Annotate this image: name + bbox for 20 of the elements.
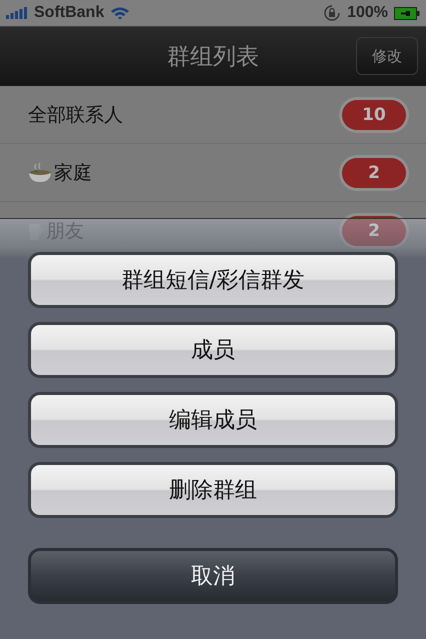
action-button[interactable]: 编辑成员 (28, 392, 398, 448)
signal-icon (6, 7, 28, 19)
action-button[interactable]: 群组短信/彩信群发 (28, 252, 398, 308)
carrier-name: SoftBank (34, 4, 104, 22)
count-badge: 10 (342, 100, 406, 130)
count-badge: 2 (342, 158, 406, 188)
nav-title: 群组列表 (167, 43, 259, 72)
group-name: 家庭 (54, 160, 92, 186)
action-button[interactable]: 删除群组 (28, 462, 398, 518)
group-name: 全部联系人 (28, 102, 123, 128)
battery-icon (394, 6, 420, 20)
rotation-lock-icon (323, 4, 342, 22)
group-row[interactable]: 全部联系人 10 (0, 86, 426, 144)
edit-button[interactable]: 修改 (356, 37, 418, 75)
battery-percent: 100% (347, 4, 388, 22)
wifi-icon (110, 6, 130, 20)
action-button[interactable]: 成员 (28, 322, 398, 378)
cancel-button[interactable]: 取消 (28, 548, 398, 604)
noodle-bowl-icon (28, 162, 52, 184)
group-row[interactable]: 家庭 2 (0, 144, 426, 202)
